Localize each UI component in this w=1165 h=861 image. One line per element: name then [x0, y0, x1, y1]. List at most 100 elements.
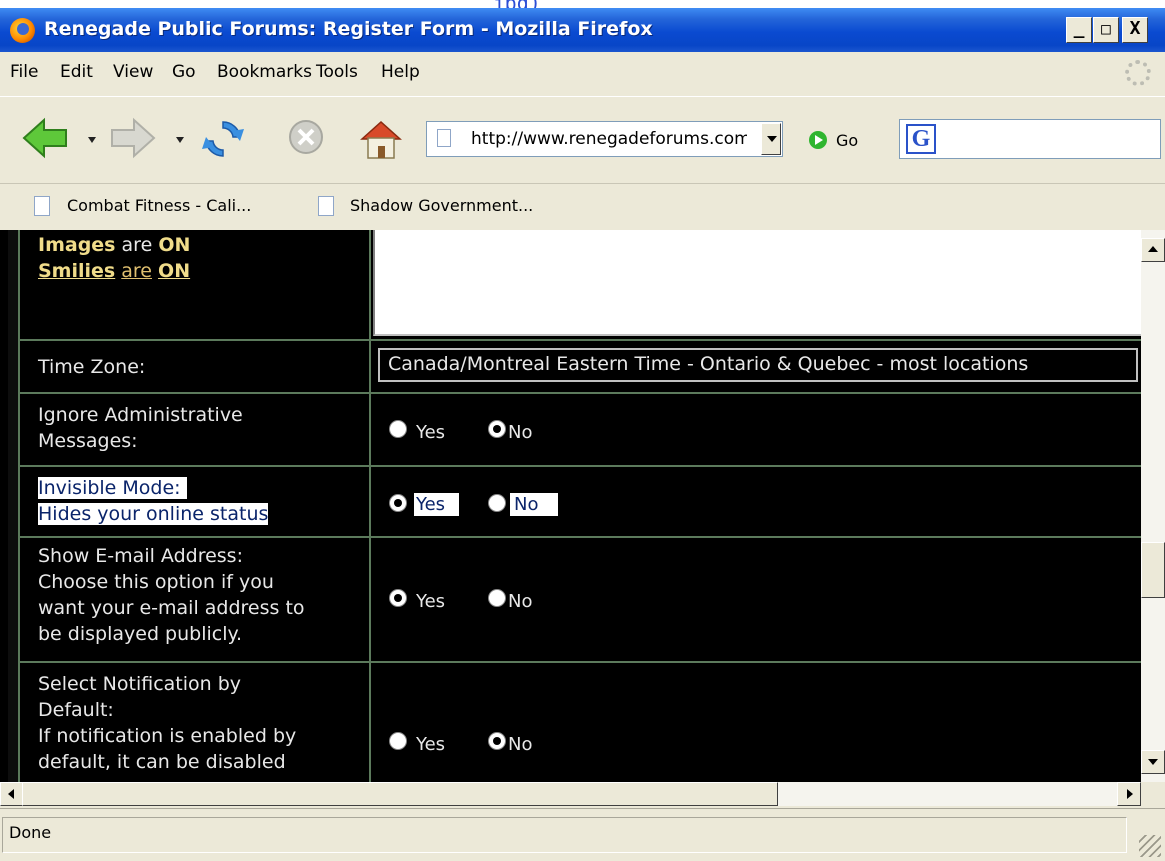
go-button[interactable]: Go — [836, 131, 858, 150]
scrollbar-corner — [1141, 782, 1165, 806]
arrow-left-icon — [8, 789, 14, 799]
status-text: Done — [9, 823, 52, 842]
time-zone-label: Time Zone: — [38, 356, 146, 378]
invisible-mode-title: Invisible Mode: — [38, 477, 187, 499]
menu-file[interactable]: File — [10, 62, 38, 82]
background-link-sliver: _______________jpg) — [0, 0, 1165, 8]
stop-icon[interactable] — [286, 117, 326, 157]
firefox-icon — [10, 18, 35, 43]
notification-label-line: If notification is enabled by — [38, 725, 297, 747]
menu-bookmarks[interactable]: Bookmarks — [217, 62, 312, 82]
show-email-yes-radio[interactable] — [389, 589, 407, 607]
row-divider — [20, 339, 1141, 341]
time-zone-select[interactable]: Canada/Montreal Eastern Time - Ontario &… — [378, 348, 1138, 382]
ignore-admin-yes-radio[interactable] — [389, 420, 407, 438]
forward-arrow-icon[interactable] — [110, 117, 156, 159]
signature-textarea[interactable] — [373, 230, 1141, 336]
invisible-mode-no-radio[interactable] — [488, 494, 506, 512]
row-divider — [20, 661, 1141, 663]
column-divider — [369, 230, 371, 782]
throbber-icon — [1125, 60, 1151, 86]
row-divider — [20, 536, 1141, 538]
smilies-status[interactable]: Smilies are ON — [38, 258, 190, 284]
ignore-admin-yes-label[interactable]: Yes — [416, 422, 445, 443]
row-divider — [20, 392, 1141, 394]
notification-default-label: Select Notification by Default: If notif… — [38, 671, 296, 775]
back-arrow-icon[interactable] — [22, 117, 68, 159]
scroll-up-button[interactable] — [1141, 238, 1165, 262]
forward-history-dropdown-icon[interactable] — [176, 137, 184, 143]
smilies-are[interactable]: are — [121, 260, 152, 282]
arrow-down-icon — [1148, 759, 1158, 765]
ignore-admin-label: Ignore Administrative Messages: — [38, 402, 243, 454]
menu-help[interactable]: Help — [381, 62, 420, 82]
maximize-button[interactable]: □ — [1093, 17, 1119, 43]
show-email-yes-label[interactable]: Yes — [416, 591, 445, 612]
menu-view[interactable]: View — [113, 62, 153, 82]
invisible-mode-yes-radio[interactable] — [389, 494, 407, 512]
ignore-admin-label-line: Ignore Administrative — [38, 404, 243, 426]
show-email-label-line: be displayed publicly. — [38, 623, 243, 645]
vertical-scroll-thumb[interactable] — [1141, 542, 1165, 598]
invisible-mode-no-label[interactable]: No — [510, 493, 559, 516]
notification-yes-radio[interactable] — [389, 732, 407, 750]
back-history-dropdown-icon[interactable] — [88, 137, 96, 143]
notification-label-line: default, it can be disabled — [38, 751, 286, 773]
search-input[interactable]: G — [899, 119, 1161, 159]
reload-icon[interactable] — [200, 117, 246, 161]
page-left-border — [8, 230, 20, 782]
images-are: are — [121, 234, 153, 256]
window-titlebar[interactable]: Renegade Public Forums: Register Form - … — [0, 8, 1165, 52]
bookmark-shadow-government[interactable]: Shadow Government... — [350, 196, 533, 215]
show-email-no-label[interactable]: No — [508, 591, 532, 612]
notification-label-line: Select Notification by — [38, 673, 242, 695]
url-history-dropdown-icon[interactable] — [761, 123, 781, 155]
navigation-toolbar: http://www.renegadeforums.com/ Go G — [0, 96, 1165, 184]
menu-tools[interactable]: Tools — [316, 62, 358, 82]
home-icon[interactable] — [358, 117, 404, 161]
status-panel — [2, 817, 1127, 853]
invisible-mode-label: Invisible Mode: Hides your online status — [38, 475, 269, 527]
scroll-down-button[interactable] — [1141, 750, 1165, 774]
resize-grip-icon[interactable] — [1139, 835, 1161, 857]
ignore-admin-no-label[interactable]: No — [508, 422, 532, 443]
page-content: Images are ON Smilies are ON Time Zone: … — [0, 230, 1141, 782]
go-icon[interactable] — [809, 131, 827, 149]
notification-no-label[interactable]: No — [508, 734, 532, 755]
scroll-left-button[interactable] — [0, 782, 24, 806]
status-bar: Done — [0, 808, 1165, 861]
minimize-button[interactable]: _ — [1066, 17, 1092, 43]
arrow-right-icon — [1127, 789, 1133, 799]
ignore-admin-no-radio[interactable] — [488, 420, 506, 438]
notification-no-radio[interactable] — [488, 732, 506, 750]
url-input[interactable]: http://www.renegadeforums.com/ — [471, 129, 747, 149]
row-divider — [20, 465, 1141, 467]
url-bar[interactable]: http://www.renegadeforums.com/ — [426, 121, 783, 157]
close-button[interactable]: X — [1122, 17, 1148, 43]
notification-yes-label[interactable]: Yes — [416, 734, 445, 755]
show-email-label-line: Show E-mail Address: — [38, 545, 243, 567]
window-title: Renegade Public Forums: Register Form - … — [44, 18, 653, 40]
vertical-scrollbar[interactable] — [1141, 230, 1165, 782]
bookmarks-toolbar: Combat Fitness - Cali... Shadow Governme… — [0, 184, 1165, 231]
page-icon — [437, 129, 451, 147]
smilies-on[interactable]: ON — [158, 260, 190, 282]
arrow-up-icon — [1148, 246, 1158, 252]
ignore-admin-label-line: Messages: — [38, 430, 138, 452]
invisible-mode-description: Hides your online status — [38, 503, 269, 525]
horizontal-scrollbar[interactable] — [0, 782, 1141, 806]
images-on: ON — [158, 234, 191, 256]
bookmark-combat-fitness[interactable]: Combat Fitness - Cali... — [67, 196, 251, 215]
images-word: Images — [38, 234, 116, 256]
google-search-engine-icon[interactable]: G — [906, 124, 936, 154]
menu-edit[interactable]: Edit — [60, 62, 93, 82]
menu-go[interactable]: Go — [172, 62, 196, 82]
images-status: Images are ON — [38, 232, 190, 258]
horizontal-scroll-thumb[interactable] — [22, 782, 778, 806]
invisible-mode-yes-label[interactable]: Yes — [414, 493, 460, 516]
show-email-no-radio[interactable] — [488, 589, 506, 607]
notification-label-line: Default: — [38, 699, 114, 721]
bookmark-page-icon — [318, 196, 334, 216]
scroll-right-button[interactable] — [1117, 782, 1141, 806]
smilies-link[interactable]: Smilies — [38, 260, 115, 282]
